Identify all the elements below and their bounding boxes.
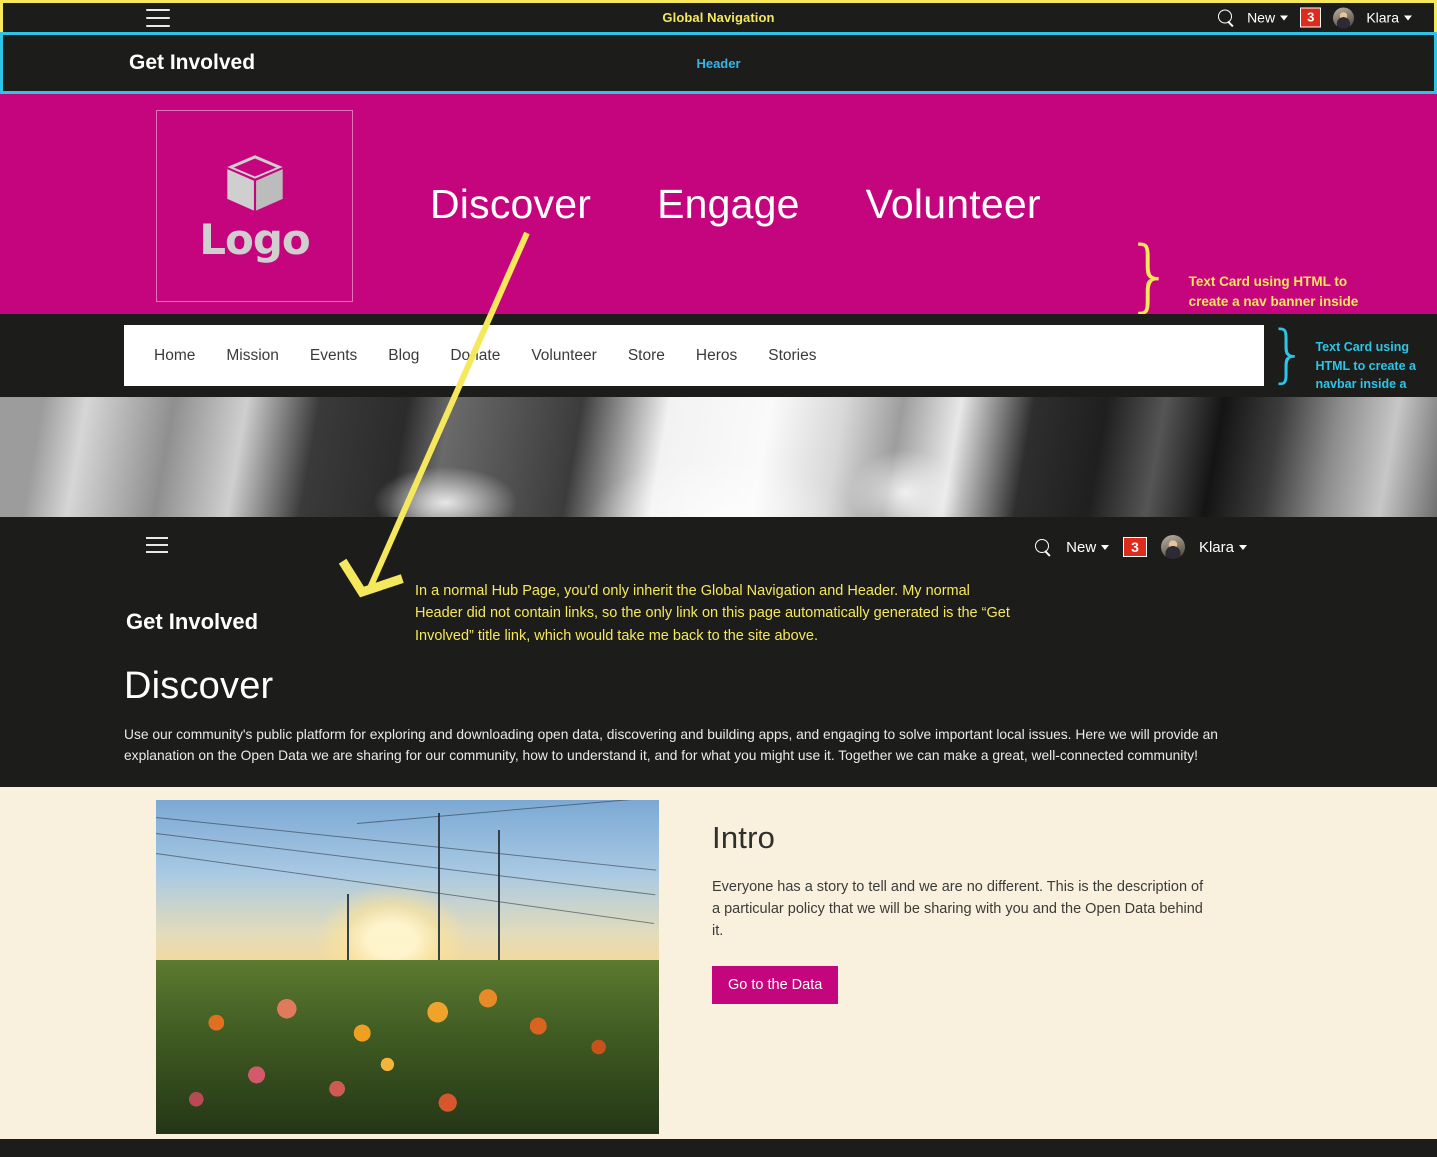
hero-photo-banner [0, 397, 1437, 517]
navbar-item-home[interactable]: Home [154, 347, 195, 365]
new-dropdown-label: New [1247, 9, 1276, 26]
header-label: Header [696, 55, 741, 71]
cube-icon [226, 155, 283, 211]
page-description: Use our community's public platform for … [124, 727, 1218, 763]
hamburger-icon[interactable] [146, 537, 168, 553]
notification-badge[interactable]: 3 [1123, 537, 1147, 557]
search-icon[interactable] [1035, 538, 1052, 556]
notification-badge[interactable]: 3 [1300, 7, 1322, 28]
go-to-data-button[interactable]: Go to the Data [712, 966, 839, 1005]
global-navigation-actions: New 3 Klara [1218, 7, 1412, 28]
navbar-item-donate[interactable]: Donate [450, 347, 500, 365]
hamburger-line [146, 537, 168, 539]
flower-bed [156, 960, 659, 1134]
power-pole [437, 813, 440, 967]
new-dropdown-label: New [1066, 538, 1097, 556]
user-menu-label: Klara [1198, 538, 1234, 556]
logo-text: Logo [199, 215, 311, 264]
hub-site-title-link[interactable]: Get Involved [126, 609, 258, 635]
navbar-item-blog[interactable]: Blog [388, 347, 419, 365]
intro-heading: Intro [712, 820, 776, 855]
hub-page-annotation-text: In a normal Hub Page, you'd only inherit… [415, 583, 1010, 644]
navbar-item-store[interactable]: Store [628, 347, 665, 365]
hub-navigation-actions: New 3 Klara [1035, 535, 1247, 559]
navbar-item-events[interactable]: Events [310, 347, 357, 365]
header-band: Get Involved Header [0, 32, 1437, 94]
curly-brace-icon: } [1268, 317, 1308, 390]
site-navbar: Home Mission Events Blog Donate Voluntee… [124, 325, 1264, 386]
hub-page-section: New 3 Klara Get Involved Discover Use ou… [0, 517, 1437, 787]
pink-link-volunteer[interactable]: Volunteer [866, 181, 1041, 228]
power-line [357, 800, 659, 825]
user-menu[interactable]: Klara [1366, 10, 1412, 26]
pink-link-discover[interactable]: Discover [430, 181, 591, 228]
page-title: Discover [124, 665, 274, 707]
user-menu-label: Klara [1366, 9, 1399, 26]
new-dropdown[interactable]: New [1247, 9, 1289, 26]
intro-description: Everyone has a story to tell and we are … [712, 879, 1204, 940]
navbar-item-mission[interactable]: Mission [226, 347, 279, 365]
pink-link-engage[interactable]: Engage [657, 181, 800, 228]
navbar-item-stories[interactable]: Stories [768, 347, 816, 365]
chevron-down-icon [1239, 544, 1247, 550]
chevron-down-icon [1101, 544, 1110, 550]
pink-row-card: Logo Discover Engage Volunteer } Text Ca… [0, 94, 1437, 328]
hamburger-line [146, 551, 168, 553]
chevron-down-icon [1404, 15, 1412, 20]
power-pole [347, 893, 350, 967]
global-navigation-bar: Global Navigation New 3 Klara [0, 0, 1437, 32]
navbar-item-volunteer[interactable]: Volunteer [531, 347, 597, 365]
navbar-item-heros[interactable]: Heros [696, 347, 737, 365]
logo-placeholder: Logo [156, 110, 353, 302]
search-icon[interactable] [1218, 9, 1235, 26]
avatar[interactable] [1333, 7, 1355, 28]
chevron-down-icon [1280, 15, 1289, 20]
new-dropdown[interactable]: New [1066, 538, 1110, 556]
avatar[interactable] [1160, 535, 1185, 559]
intro-section: Intro Everyone has a story to tell and w… [0, 787, 1437, 1139]
hub-global-navigation: New 3 Klara [0, 517, 1437, 573]
intro-text-block: Intro Everyone has a story to tell and w… [712, 820, 1272, 1005]
hamburger-line [146, 544, 168, 546]
user-menu[interactable]: Klara [1199, 539, 1247, 556]
power-pole [498, 830, 501, 967]
power-line [156, 816, 657, 871]
sunset-flower-garden-photo [156, 800, 659, 1134]
curly-brace-icon: } [1125, 231, 1175, 321]
pink-banner-links: Discover Engage Volunteer [430, 94, 1041, 314]
black-row-card: Home Mission Events Blog Donate Voluntee… [0, 314, 1437, 410]
